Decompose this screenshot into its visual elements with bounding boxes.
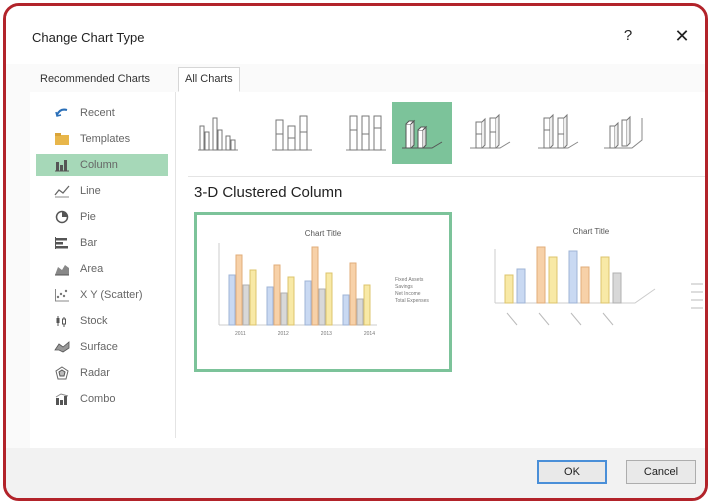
subtype-3d-100-stacked-column[interactable] xyxy=(528,102,588,164)
sidebar-item-label: Templates xyxy=(80,133,131,145)
sidebar-item-templates[interactable]: Templates xyxy=(36,128,168,150)
tab-all-charts[interactable]: All Charts xyxy=(178,67,240,92)
sidebar-item-label: Area xyxy=(80,263,104,275)
close-button[interactable]: ✕ xyxy=(670,24,694,48)
sidebar-item-scatter[interactable]: X Y (Scatter) xyxy=(36,284,168,306)
legend-item: Total Expenses xyxy=(395,298,429,304)
subtype-3d-clustered-column[interactable] xyxy=(392,102,452,164)
sidebar-item-label: Radar xyxy=(80,367,110,379)
subtype-3d-stacked-column[interactable] xyxy=(460,102,520,164)
subtype-stacked-column[interactable] xyxy=(262,102,322,164)
sidebar-item-label: X Y (Scatter) xyxy=(80,289,143,301)
help-button[interactable]: ? xyxy=(616,24,640,48)
category-label: 2012 xyxy=(277,331,289,337)
sidebar-item-label: Pie xyxy=(80,211,96,223)
surface-chart-icon xyxy=(54,340,70,354)
chart-preview-option-1[interactable]: Chart Title Fixed Assets Savings Net Inc… xyxy=(194,212,452,372)
chart-subtype-gallery xyxy=(188,102,705,166)
stock-chart-icon xyxy=(54,314,70,328)
folder-icon xyxy=(54,132,70,146)
recent-icon xyxy=(54,106,70,120)
legend-item: Savings xyxy=(395,284,413,290)
subtype-3d-column[interactable] xyxy=(594,102,654,164)
sidebar-item-label: Column xyxy=(80,159,118,171)
sidebar-item-label: Line xyxy=(80,185,101,197)
subtype-divider xyxy=(188,176,705,177)
legend-item: Net Income xyxy=(395,291,421,297)
3d-stacked-column-icon xyxy=(470,113,511,149)
chart-category-list: Recent Templates Column Line Pie Bar Are… xyxy=(30,92,176,438)
sidebar-item-combo[interactable]: Combo xyxy=(36,388,168,410)
category-label: 2014 xyxy=(363,331,375,337)
ok-button[interactable]: OK xyxy=(537,460,607,484)
category-label: 2013 xyxy=(320,331,332,337)
clustered-column-icon xyxy=(198,117,238,151)
subtype-100-stacked-column[interactable] xyxy=(336,102,396,164)
cancel-button[interactable]: Cancel xyxy=(626,460,696,484)
preview-category-labels: 2011 2012 2013 2014 xyxy=(235,331,375,338)
chart-type-main-panel: 3-D Clustered Column Chart Title Fixed A… xyxy=(182,92,705,448)
area-chart-icon xyxy=(54,262,70,276)
sidebar-item-pie[interactable]: Pie xyxy=(36,206,168,228)
sidebar-item-label: Combo xyxy=(80,393,116,405)
3d-stacked-100-column-icon xyxy=(538,113,579,149)
sidebar-item-surface[interactable]: Surface xyxy=(36,336,168,358)
stacked-column-icon xyxy=(272,115,312,151)
line-chart-icon xyxy=(54,184,70,198)
preview-bars xyxy=(504,246,622,304)
preview-legend: Fixed Assets Savings Net Income Total Ex… xyxy=(395,277,429,305)
preview-bars xyxy=(228,246,371,326)
dialog-content: Recent Templates Column Line Pie Bar Are… xyxy=(30,92,705,448)
bar-chart-icon xyxy=(54,236,70,250)
combo-chart-icon xyxy=(54,392,70,406)
3d-column-icon xyxy=(604,115,643,149)
sidebar-item-radar[interactable]: Radar xyxy=(36,362,168,384)
legend-item: Fixed Assets xyxy=(395,277,424,283)
change-chart-type-dialog: Change Chart Type ? ✕ Recommended Charts… xyxy=(3,3,708,501)
dialog-footer: OK Cancel xyxy=(6,448,705,498)
category-label: 2011 xyxy=(235,331,246,337)
sidebar-item-label: Recent xyxy=(80,107,115,119)
chart-preview-option-2[interactable]: Chart Title xyxy=(464,212,705,368)
column-chart-icon xyxy=(54,158,70,172)
sidebar-item-label: Surface xyxy=(80,341,118,353)
sidebar-item-bar[interactable]: Bar xyxy=(36,232,168,254)
pie-chart-icon xyxy=(54,210,70,224)
selected-subtype-title: 3-D Clustered Column xyxy=(194,184,343,201)
scatter-chart-icon xyxy=(54,288,70,302)
subtype-clustered-column[interactable] xyxy=(188,102,248,164)
sidebar-item-column[interactable]: Column xyxy=(36,154,168,176)
radar-chart-icon xyxy=(54,366,70,380)
sidebar-item-line[interactable]: Line xyxy=(36,180,168,202)
title-bar: Change Chart Type ? ✕ xyxy=(6,6,705,64)
3d-clustered-column-icon xyxy=(402,119,443,149)
dialog-title: Change Chart Type xyxy=(32,30,145,45)
tab-strip: Recommended Charts All Charts xyxy=(30,64,705,93)
sidebar-item-label: Bar xyxy=(80,237,98,249)
sidebar-item-stock[interactable]: Stock xyxy=(36,310,168,332)
preview-chart-graphic xyxy=(494,246,703,326)
tab-recommended-charts[interactable]: Recommended Charts xyxy=(34,68,156,91)
sidebar-item-recent[interactable]: Recent xyxy=(36,102,168,124)
sidebar-item-label: Stock xyxy=(80,315,108,327)
stacked-100-column-icon xyxy=(346,115,386,151)
sidebar-item-area[interactable]: Area xyxy=(36,258,168,280)
